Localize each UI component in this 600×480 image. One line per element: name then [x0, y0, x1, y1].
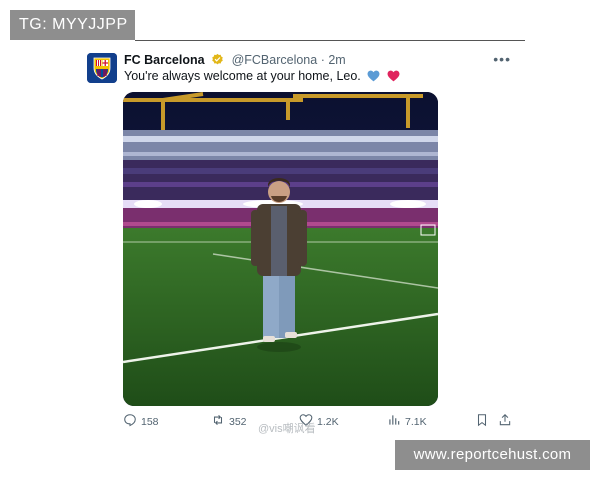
views-count: 7.1K [405, 415, 427, 428]
header-separator: · [320, 53, 325, 67]
views-icon [387, 413, 401, 430]
reply-icon [123, 413, 137, 430]
gold-verified-badge-icon [211, 53, 224, 66]
share-icon [498, 413, 512, 430]
tweet-photo[interactable] [123, 92, 438, 406]
blue-heart-icon [367, 70, 380, 82]
tweet-actions-bar: 158 352 1.2K 7.1K [123, 413, 513, 433]
account-handle[interactable]: @FCBarcelona [232, 53, 318, 67]
reply-count: 158 [141, 415, 159, 428]
repost-button[interactable]: 352 [211, 413, 247, 430]
bookmark-icon [475, 413, 489, 430]
bookmark-button[interactable] [475, 413, 489, 430]
tweet-text: You're always welcome at your home, Leo. [124, 69, 361, 83]
post-timestamp[interactable]: 2m [328, 53, 345, 67]
repost-icon [211, 413, 225, 430]
repost-count: 352 [229, 415, 247, 428]
tweet-header: FC Barcelona @FCBarcelona · 2m [124, 53, 346, 67]
telegram-handle-overlay: TG: MYYJJPP [10, 10, 135, 40]
tweet-card: FC Barcelona @FCBarcelona · 2m ••• You'r… [75, 41, 525, 440]
tweet-text-line: You're always welcome at your home, Leo. [124, 69, 400, 83]
share-button[interactable] [498, 413, 512, 430]
fc-barcelona-crest-icon[interactable] [87, 53, 117, 83]
views-button[interactable]: 7.1K [387, 413, 427, 430]
center-watermark: @vis嘲讽看 [258, 423, 316, 435]
reply-button[interactable]: 158 [123, 413, 159, 430]
website-watermark-overlay: www.reportcehust.com [395, 440, 590, 470]
red-heart-icon [387, 70, 400, 82]
account-name[interactable]: FC Barcelona [124, 53, 205, 67]
like-count: 1.2K [317, 415, 339, 428]
more-dots-icon[interactable]: ••• [493, 51, 511, 67]
